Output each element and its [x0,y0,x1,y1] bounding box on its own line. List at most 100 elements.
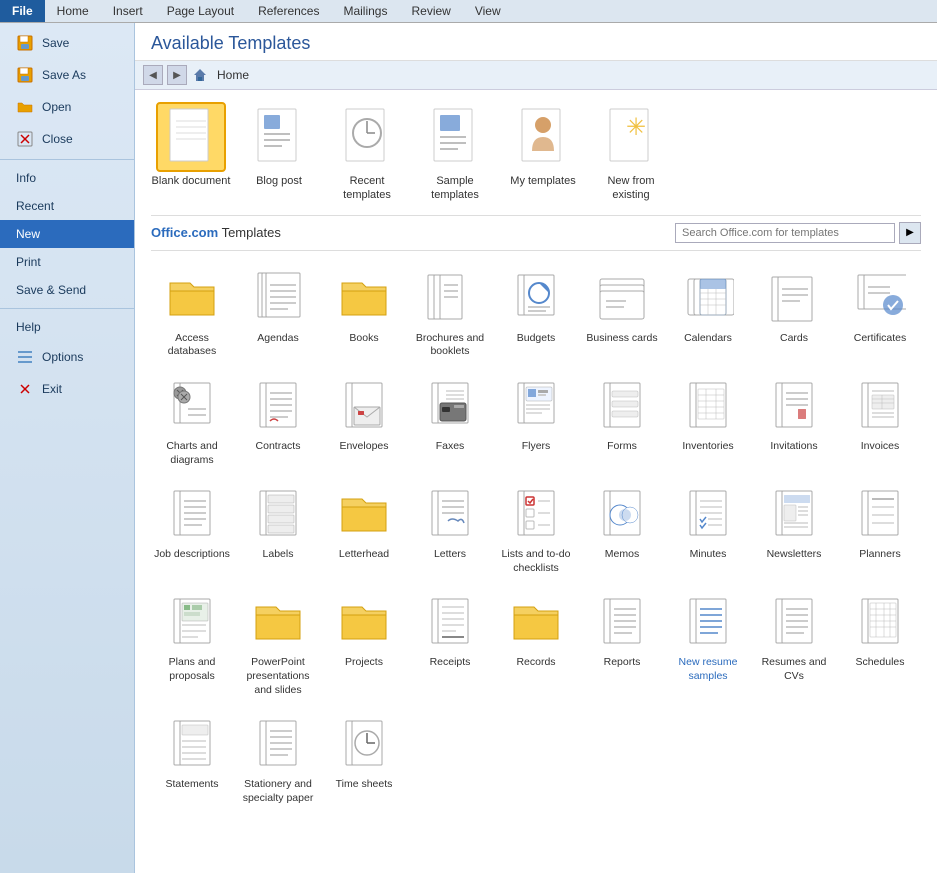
forward-button[interactable]: ▶ [167,65,187,85]
grid-item-business-cards[interactable]: Business cards [581,261,663,363]
grid-item-cards[interactable]: Cards [753,261,835,363]
grid-item-planners[interactable]: Planners [839,477,921,579]
sample-templates-label: Sample templates [415,174,495,203]
sidebar-item-info[interactable]: Info [0,164,134,192]
powerpoint-label: PowerPoint presentations and slides [239,656,317,697]
top-templates-row: Blank document Blog post Recent template… [151,102,921,203]
sidebar-item-open[interactable]: Open [0,91,134,123]
invitations-icon [762,373,826,437]
grid-item-contracts[interactable]: Contracts [237,369,319,471]
menu-tab-mailings[interactable]: Mailings [331,0,399,22]
grid-item-records[interactable]: Records [495,585,577,701]
menu-tab-view[interactable]: View [463,0,513,22]
faxes-label: Faxes [436,440,465,454]
grid-item-charts[interactable]: Charts and diagrams [151,369,233,471]
schedules-label: Schedules [855,656,904,670]
invitations-label: Invitations [770,440,817,454]
sidebar-item-new[interactable]: New [0,220,134,248]
menu-tab-references[interactable]: References [246,0,331,22]
grid-item-newsletters[interactable]: Newsletters [753,477,835,579]
template-sample-templates[interactable]: Sample templates [415,102,495,203]
grid-item-minutes[interactable]: Minutes [667,477,749,579]
sample-templates-icon [420,102,490,172]
sidebar-item-close[interactable]: Close [0,123,134,155]
grid-item-plans[interactable]: Plans and proposals [151,585,233,701]
home-icon [191,66,209,84]
sidebar-save-label: Save [42,36,69,50]
sidebar-item-exit[interactable]: Exit [0,373,134,405]
grid-item-invoices[interactable]: Invoices [839,369,921,471]
grid-item-certificates[interactable]: Certificates [839,261,921,363]
grid-item-resumes[interactable]: Resumes and CVs [753,585,835,701]
sidebar-divider-1 [0,159,134,160]
menu-tab-review[interactable]: Review [399,0,462,22]
grid-item-calendars[interactable]: Calendars [667,261,749,363]
search-button[interactable]: ▶ [899,222,921,244]
content-area: Available Templates ◀ ▶ Home Blank docum… [135,23,937,873]
timesheets-icon [332,711,396,775]
template-blank-document[interactable]: Blank document [151,102,231,203]
save-as-icon [16,66,34,84]
grid-item-faxes[interactable]: Faxes [409,369,491,471]
grid-item-flyers[interactable]: Flyers [495,369,577,471]
grid-item-stationery[interactable]: Stationery and specialty paper [237,707,319,809]
grid-item-schedules[interactable]: Schedules [839,585,921,701]
brochures-icon [418,265,482,329]
flyers-label: Flyers [522,440,551,454]
sidebar-item-save-send[interactable]: Save & Send [0,276,134,304]
grid-item-job-descriptions[interactable]: Job descriptions [151,477,233,579]
template-grid: Access databases [151,261,921,810]
close-icon [16,130,34,148]
sidebar-item-help[interactable]: Help [0,313,134,341]
menu-tab-home[interactable]: Home [45,0,101,22]
grid-item-lists[interactable]: Lists and to-do checklists [495,477,577,579]
grid-item-inventories[interactable]: Inventories [667,369,749,471]
grid-item-envelopes[interactable]: Envelopes [323,369,405,471]
grid-item-forms[interactable]: Forms [581,369,663,471]
grid-item-timesheets[interactable]: Time sheets [323,707,405,809]
grid-item-receipts[interactable]: Receipts [409,585,491,701]
search-input[interactable] [675,223,895,243]
letterhead-icon [332,481,396,545]
grid-item-statements[interactable]: Statements [151,707,233,809]
menu-tab-insert[interactable]: Insert [101,0,155,22]
grid-item-memos[interactable]: Memos [581,477,663,579]
grid-item-labels[interactable]: Labels [237,477,319,579]
grid-item-agendas[interactable]: Agendas [237,261,319,363]
template-recent-templates[interactable]: Recent templates [327,102,407,203]
contracts-icon [246,373,310,437]
save-icon [16,34,34,52]
grid-item-projects[interactable]: Projects [323,585,405,701]
back-button[interactable]: ◀ [143,65,163,85]
planners-icon [848,481,912,545]
grid-item-books[interactable]: Books [323,261,405,363]
sidebar-info-label: Info [16,171,36,185]
sidebar-item-print[interactable]: Print [0,248,134,276]
template-blog-post[interactable]: Blog post [239,102,319,203]
grid-item-reports[interactable]: Reports [581,585,663,701]
statements-icon [160,711,224,775]
menu-tab-page-layout[interactable]: Page Layout [155,0,246,22]
menu-tab-file[interactable]: File [0,0,45,22]
letters-label: Letters [434,548,466,562]
grid-item-budgets[interactable]: Budgets [495,261,577,363]
sidebar-item-save[interactable]: Save [0,27,134,59]
template-new-from-existing[interactable]: ✳ New from existing [591,102,671,203]
access-databases-label: Access databases [153,332,231,359]
plans-label: Plans and proposals [153,656,231,683]
sidebar-item-options[interactable]: Options [0,341,134,373]
blog-post-label: Blog post [256,174,302,188]
grid-item-powerpoint[interactable]: PowerPoint presentations and slides [237,585,319,701]
sidebar-item-recent[interactable]: Recent [0,192,134,220]
grid-item-brochures[interactable]: Brochures and booklets [409,261,491,363]
grid-item-invitations[interactable]: Invitations [753,369,835,471]
blank-document-icon [156,102,226,172]
template-my-templates[interactable]: My templates [503,102,583,203]
sidebar-item-save-as[interactable]: Save As [0,59,134,91]
grid-item-access-databases[interactable]: Access databases [151,261,233,363]
grid-item-letters[interactable]: Letters [409,477,491,579]
grid-item-new-resume[interactable]: New resume samples [667,585,749,701]
grid-item-letterhead[interactable]: Letterhead [323,477,405,579]
projects-label: Projects [345,656,383,670]
forms-icon [590,373,654,437]
